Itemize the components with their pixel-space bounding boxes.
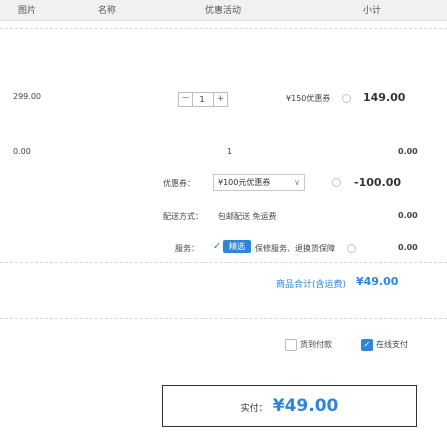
coupon-label: 优惠券： xyxy=(163,179,195,188)
coupon-amount: -100.00 xyxy=(354,176,402,189)
divider xyxy=(0,28,447,29)
service-label: 服务： xyxy=(175,244,199,253)
item-price: 299.00 xyxy=(13,92,41,101)
col-image-header: 图片 xyxy=(18,6,37,16)
row2-subtotal: 0.00 xyxy=(398,147,418,156)
divider xyxy=(0,318,447,319)
item-promo-label: ¥150优惠券 xyxy=(286,94,331,103)
cod-label: 货到付款 xyxy=(300,340,332,349)
coupon-select-value: ¥100元优惠券 xyxy=(218,178,271,187)
chevron-down-icon: ∨ xyxy=(294,178,300,187)
service-amount: 0.00 xyxy=(398,243,418,252)
row2-qty: 1 xyxy=(227,147,233,156)
shipping-label: 配送方式： xyxy=(163,212,203,221)
divider xyxy=(0,262,447,263)
promo-info-icon[interactable] xyxy=(342,94,351,103)
total-value: ¥49.00 xyxy=(356,275,399,288)
online-pay-label: 在线支付 xyxy=(376,340,408,349)
coupon-info-icon[interactable] xyxy=(332,178,341,187)
online-pay-checkbox[interactable]: ✓ xyxy=(361,339,373,351)
total-label: 商品合计(含运费) xyxy=(276,280,347,290)
service-text: 保修服务、退换货保障 xyxy=(255,244,335,253)
service-info-icon[interactable] xyxy=(347,244,356,253)
cod-checkbox[interactable] xyxy=(285,339,297,351)
qty-input[interactable]: 1 xyxy=(191,92,213,107)
col-promo-header: 优惠活动 xyxy=(205,6,242,16)
shipping-value: 包邮配送 免运费 xyxy=(218,212,277,221)
pay-button-amount: ¥49.00 xyxy=(272,396,339,416)
row2-price: 0.00 xyxy=(13,147,31,156)
item-subtotal: 149.00 xyxy=(363,91,406,104)
pay-button[interactable]: 实付： ¥49.00 xyxy=(162,385,417,427)
col-name-header: 名称 xyxy=(98,6,117,16)
shipping-amount: 0.00 xyxy=(398,211,418,220)
pay-button-label: 实付： xyxy=(240,404,268,414)
check-icon[interactable]: ✓ xyxy=(213,241,221,252)
table-header: 图片 名称 优惠活动 小计 xyxy=(0,0,447,21)
qty-plus-button[interactable]: + xyxy=(213,92,228,107)
coupon-select[interactable]: ¥100元优惠券 ∨ xyxy=(213,174,305,191)
service-badge: 精选 xyxy=(223,240,251,253)
col-subtotal-header: 小计 xyxy=(363,6,382,16)
